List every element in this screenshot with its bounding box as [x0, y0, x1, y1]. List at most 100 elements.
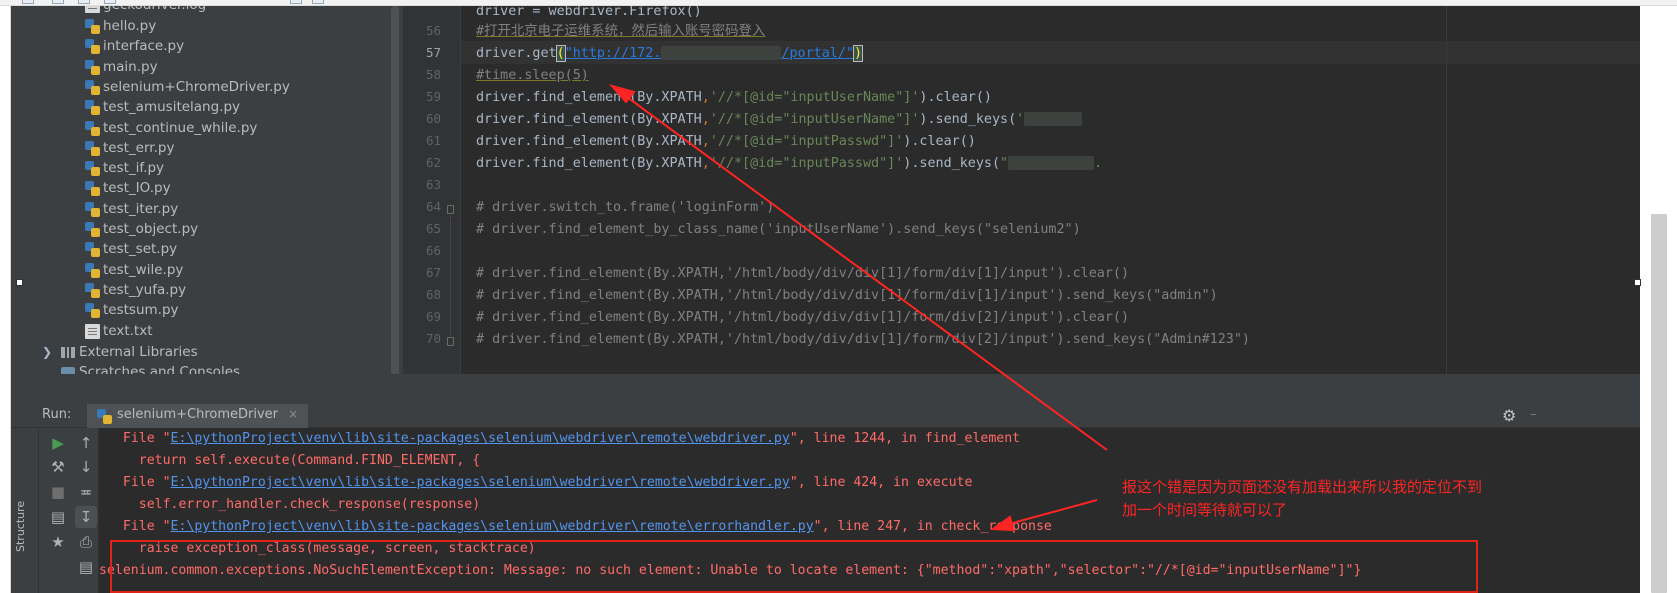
tree-file[interactable]: test_IO.py — [11, 178, 391, 199]
tree-file[interactable]: test_object.py — [11, 219, 391, 240]
console-line: File "E:\pythonProject\venv\lib\site-pac… — [107, 519, 1052, 534]
soft-wrap-icon[interactable]: ≖ — [75, 481, 97, 503]
run-tab[interactable]: selenium+ChromeDriver × — [87, 404, 309, 428]
url-string[interactable]: "http://172. — [565, 46, 662, 61]
python-file-icon — [85, 282, 100, 298]
arrow-down-icon[interactable]: ↓ — [75, 456, 97, 478]
tree-file[interactable]: interface.py — [11, 36, 391, 57]
project-tree: geckodriver.log hello.py interface.py main… — [11, 6, 403, 404]
file-name: test_object.py — [103, 221, 199, 237]
code-text: driver.find_element(By.XPATH — [476, 90, 702, 105]
string-literal: '//*[@id="inputUserName"]' — [709, 90, 920, 105]
tree-file[interactable]: test_if.py — [11, 158, 391, 179]
resize-handle[interactable] — [16, 279, 23, 286]
comment-line: # driver.find_element_by_class_name('inp… — [476, 222, 1081, 237]
tree-file[interactable]: geckodriver.log — [11, 6, 391, 16]
arrow-up-icon[interactable]: ↑ — [75, 432, 97, 454]
side-tool-strip: Structure — [11, 428, 39, 593]
print-icon[interactable]: ⎙ — [75, 531, 97, 553]
resize-handle[interactable] — [1634, 279, 1641, 286]
python-file-icon — [85, 262, 100, 278]
pin-icon[interactable]: ★ — [47, 531, 69, 553]
close-icon[interactable]: × — [288, 407, 298, 421]
toolbar-icon[interactable] — [22, 0, 34, 4]
tree-file[interactable]: main.py — [11, 57, 391, 78]
comment-line: # driver.find_element(By.XPATH,'/html/bo… — [476, 288, 1218, 303]
tree-file[interactable]: test_set.py — [11, 239, 391, 260]
project-scrollbar[interactable] — [391, 6, 399, 386]
python-file-icon — [85, 120, 100, 136]
comment-line: # driver.switch_to.frame('loginForm') — [476, 200, 775, 215]
line-number-gutter: 56 57 58 59 60 61 62 63 64 65 66 67 68 6… — [403, 6, 461, 374]
python-file-icon — [85, 140, 100, 156]
comment-line: # driver.find_element(By.XPATH,'/html/bo… — [476, 310, 1130, 325]
code-text: driver.find_element(By.XPATH — [476, 112, 702, 127]
tree-file[interactable]: test_wile.py — [11, 260, 391, 281]
scroll-to-end-icon[interactable]: ↧ — [75, 506, 97, 528]
screenshot-frame: geckodriver.log hello.py interface.py main… — [0, 0, 1677, 593]
file-name: testsum.py — [103, 302, 179, 319]
panel-splitter[interactable] — [11, 374, 1640, 404]
tree-file[interactable]: hello.py — [11, 16, 391, 37]
toolbar-icon[interactable] — [78, 0, 90, 4]
python-file-icon — [85, 161, 100, 177]
toolbar-icon[interactable] — [52, 0, 64, 4]
stop-icon[interactable]: ■ — [47, 481, 69, 503]
python-file-icon — [85, 222, 100, 237]
trash-icon[interactable]: ▤ — [75, 556, 97, 578]
gear-icon[interactable]: ⚙ — [1502, 406, 1516, 425]
tree-file[interactable]: selenium+ChromeDriver.py — [11, 77, 391, 98]
fold-marker-icon[interactable] — [447, 205, 454, 214]
line-number: 56 — [425, 23, 441, 38]
file-name: selenium+ChromeDriver.py — [103, 78, 290, 95]
file-name: test_set.py — [103, 241, 178, 258]
tree-file[interactable]: testsum.py — [11, 300, 391, 321]
toolbar-icon[interactable] — [290, 0, 302, 4]
file-link[interactable]: E:\pythonProject\venv\lib\site-packages\… — [171, 475, 790, 490]
toolbar-icon[interactable] — [104, 0, 116, 4]
tree-file[interactable]: text.txt — [11, 321, 391, 342]
url-string[interactable]: /portal/" — [781, 46, 854, 61]
file-link[interactable]: E:\pythonProject\venv\lib\site-packages\… — [171, 431, 790, 446]
page-scrollbar[interactable] — [1651, 214, 1667, 593]
chevron-right-icon[interactable]: ❯ — [42, 342, 52, 363]
file-name: test_amusitelang.py — [103, 99, 241, 116]
structure-tab[interactable]: Structure — [14, 501, 27, 552]
file-link[interactable]: E:\pythonProject\venv\lib\site-packages\… — [171, 519, 814, 534]
code-editor[interactable]: 56 57 58 59 60 61 62 63 64 65 66 67 68 6… — [403, 6, 1640, 374]
file-name: main.py — [103, 58, 158, 75]
comment-line: # driver.find_element(By.XPATH,'/html/bo… — [476, 266, 1130, 281]
console-line: File "E:\pythonProject\venv\lib\site-pac… — [107, 475, 973, 490]
line-number: 61 — [425, 133, 441, 148]
file-name: test_if.py — [103, 160, 165, 177]
line-number: 57 — [425, 45, 441, 60]
code-line: driver.find_element(By.XPATH,'//*[@id="i… — [476, 134, 976, 149]
brace-match: ) — [852, 45, 864, 62]
line-number: 63 — [425, 177, 441, 192]
tree-file[interactable]: test_iter.py — [11, 199, 391, 220]
rerun-icon[interactable]: ▶ — [47, 432, 69, 454]
code-text: driver.find_element(By.XPATH — [476, 156, 702, 171]
code-line: #time.sleep(5) — [476, 65, 589, 87]
code-text: ).send_keys( — [919, 112, 1017, 127]
error-highlight-box — [110, 540, 1478, 593]
minimize-icon[interactable]: – — [1530, 407, 1537, 422]
annotation-line: 报这个错是因为页面还没有加载出来所以我的定位不到 — [1122, 478, 1483, 496]
layout-icon[interactable]: ▤ — [47, 506, 69, 528]
fold-marker-icon[interactable] — [447, 337, 454, 346]
python-file-icon — [85, 242, 100, 258]
run-toolbar: ▶ ↑ ⚒ ↓ ■ ≖ ▤ ↧ ★ ⎙ ▤ — [39, 428, 99, 593]
toolbar-icon[interactable] — [312, 0, 324, 4]
right-margin-guide — [1446, 6, 1447, 374]
comment-text: #time.sleep(5) — [476, 68, 589, 83]
tree-file[interactable]: test_continue_while.py — [11, 118, 391, 139]
tree-external-libraries[interactable]: ❯ External Libraries — [11, 342, 391, 363]
tree-file[interactable]: test_amusitelang.py — [11, 97, 391, 118]
python-file-icon — [85, 59, 100, 75]
console-line: self.error_handler.check_response(respon… — [107, 497, 481, 512]
string-literal: '//*[@id="inputUserName"]' — [709, 112, 920, 127]
tree-file[interactable]: test_yufa.py — [11, 280, 391, 301]
file-name: test_IO.py — [103, 180, 171, 197]
tree-file[interactable]: test_err.py — [11, 138, 391, 159]
wrench-icon[interactable]: ⚒ — [47, 456, 69, 478]
